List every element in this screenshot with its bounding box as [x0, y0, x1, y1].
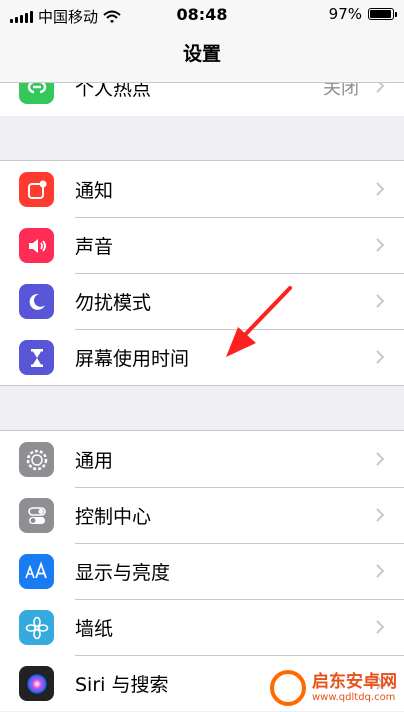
watermark-logo-icon — [270, 670, 306, 706]
settings-group-general: 通用 控制中心 显示与亮度 墙纸 Siri 与搜索 — [0, 430, 404, 711]
settings-row-label: 显示与亮度 — [75, 561, 171, 584]
control-center-icon — [19, 498, 54, 533]
chevron-right-icon — [376, 294, 385, 308]
sounds-icon — [19, 228, 54, 263]
annotation-arrow-icon — [226, 286, 292, 357]
chevron-right-icon — [376, 620, 385, 634]
status-bar: 中国移动 08:48 97% — [0, 0, 404, 30]
watermark: 启东安卓网 www.qdltdq.com — [270, 670, 397, 706]
settings-row-label: Siri 与搜索 — [75, 673, 169, 696]
battery-icon — [368, 8, 397, 20]
page-title: 设置 — [182, 43, 221, 65]
chevron-right-icon — [376, 238, 385, 252]
settings-row-label: 勿扰模式 — [75, 291, 152, 314]
settings-row-display-brightness[interactable]: 显示与亮度 — [0, 543, 404, 599]
settings-row-label: 通用 — [75, 449, 114, 472]
settings-row-label: 声音 — [75, 235, 114, 258]
settings-row-general[interactable]: 通用 — [0, 431, 404, 487]
settings-row-do-not-disturb[interactable]: 勿扰模式 — [0, 273, 404, 329]
settings-row-label: 控制中心 — [75, 505, 152, 528]
siri-icon — [19, 666, 54, 701]
chevron-right-icon — [376, 182, 385, 196]
watermark-url: www.qdltdq.com — [312, 691, 396, 703]
status-right: 97% — [328, 5, 397, 23]
settings-row-label: 墙纸 — [75, 617, 114, 640]
chevron-right-icon — [376, 508, 385, 522]
settings-row-label: 屏幕使用时间 — [75, 347, 190, 370]
settings-row-notifications[interactable]: 通知 — [0, 161, 404, 217]
settings-row-control-center[interactable]: 控制中心 — [0, 487, 404, 543]
general-icon — [19, 442, 54, 477]
notifications-icon — [19, 172, 54, 207]
chevron-right-icon — [376, 350, 385, 364]
do-not-disturb-icon — [19, 284, 54, 319]
battery-percent: 97% — [328, 5, 362, 23]
settings-row-wallpaper[interactable]: 墙纸 — [0, 599, 404, 655]
watermark-text: 启东安卓网 www.qdltdq.com — [312, 673, 397, 703]
settings-row-label: 通知 — [75, 179, 114, 202]
battery-fill — [370, 10, 392, 18]
wallpaper-icon — [19, 610, 54, 645]
watermark-title: 启东安卓网 — [312, 672, 397, 693]
settings-row-sounds[interactable]: 声音 — [0, 217, 404, 273]
settings-group-notifications: 通知 声音 勿扰模式 屏幕使用时间 — [0, 160, 404, 386]
screen-time-icon — [19, 340, 54, 375]
chevron-right-icon — [376, 564, 385, 578]
display-brightness-icon — [19, 554, 54, 589]
chevron-right-icon — [376, 452, 385, 466]
nav-bar: 设置 — [0, 30, 404, 83]
settings-row-screen-time[interactable]: 屏幕使用时间 — [0, 329, 404, 385]
